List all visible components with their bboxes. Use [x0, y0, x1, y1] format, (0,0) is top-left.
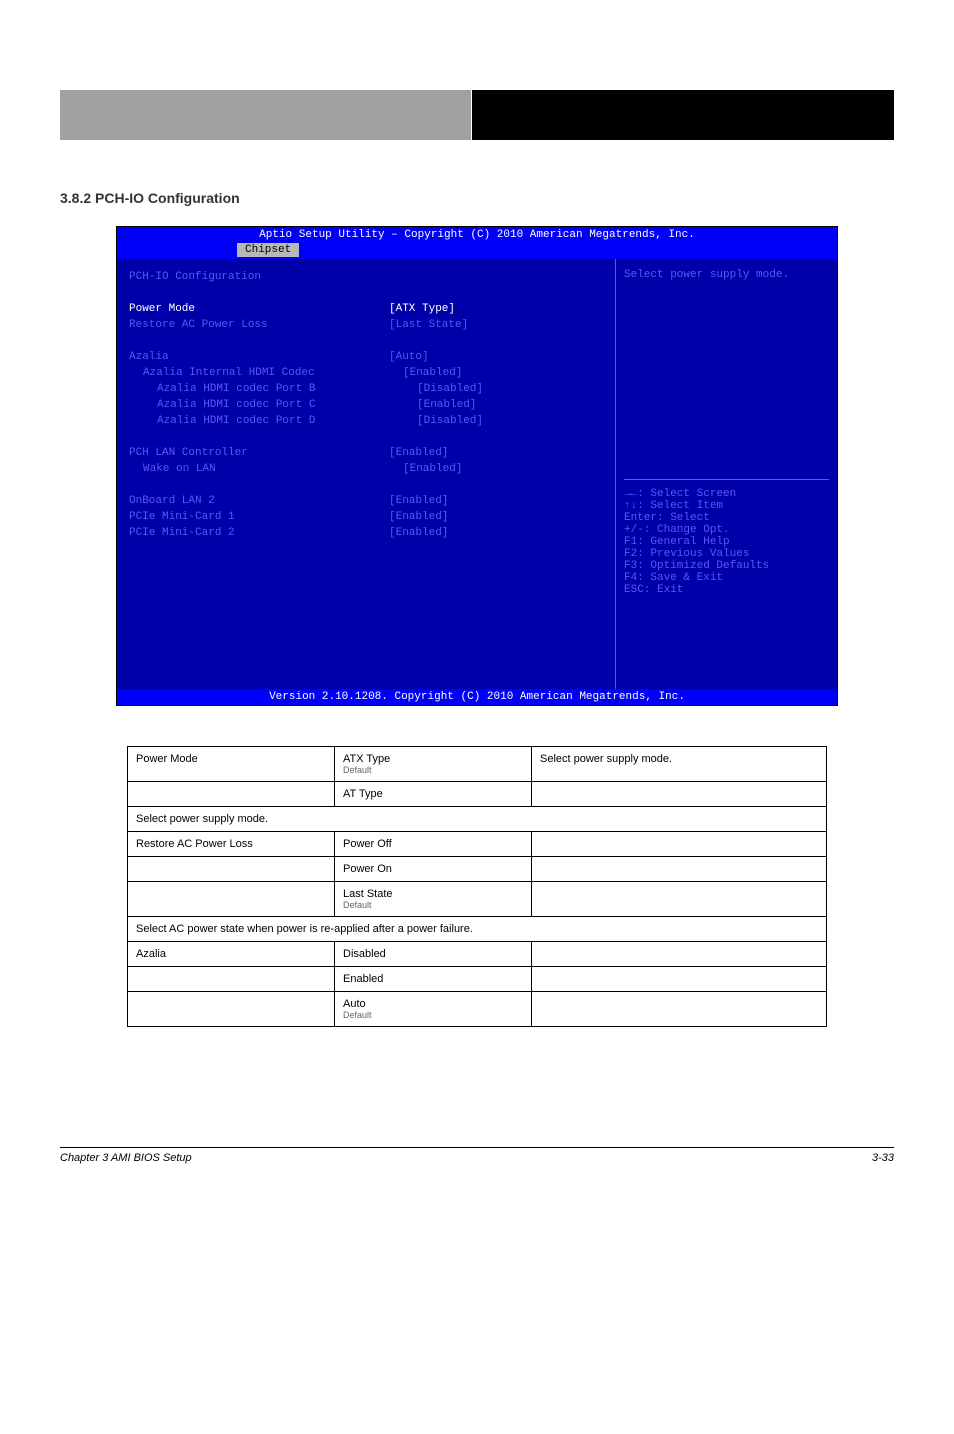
bios-main-panel: PCH-IO Configuration Power Mode[ATX Type…	[117, 259, 616, 689]
header-left	[60, 90, 472, 140]
bios-screenshot: Aptio Setup Utility – Copyright (C) 2010…	[116, 226, 838, 706]
setting-value: [Last State]	[389, 317, 468, 333]
help-key: F3: Optimized Defaults	[624, 560, 829, 572]
tab-chipset[interactable]: Chipset	[237, 243, 299, 257]
setting-label: Wake on LAN	[129, 461, 403, 477]
table-cell: Select power supply mode.	[532, 747, 827, 782]
table-cell	[128, 992, 335, 1027]
table-row: Select AC power state when power is re-a…	[128, 917, 827, 942]
table-row: Power ModeATX TypeDefaultSelect power su…	[128, 747, 827, 782]
footer-left: Chapter 3 AMI BIOS Setup	[60, 1152, 192, 1164]
options-table: Power ModeATX TypeDefaultSelect power su…	[127, 746, 827, 1027]
table-cell: Power Mode	[128, 747, 335, 782]
setting-label: Azalia	[129, 349, 389, 365]
section-title: 3.8.2 PCH-IO Configuration	[60, 190, 894, 206]
bios-setting[interactable]: Power Mode[ATX Type]	[129, 301, 603, 317]
page-footer: Chapter 3 AMI BIOS Setup 3-33	[0, 1148, 954, 1194]
bios-setting[interactable]: Azalia HDMI codec Port C[Enabled]	[129, 397, 603, 413]
table-row: Power On	[128, 857, 827, 882]
help-key: Enter: Select	[624, 512, 829, 524]
setting-label: Azalia HDMI codec Port D	[129, 413, 417, 429]
table-row: AT Type	[128, 782, 827, 807]
setting-label: PCIe Mini-Card 2	[129, 525, 389, 541]
table-row: Last StateDefault	[128, 882, 827, 917]
table-cell: AutoDefault	[335, 992, 532, 1027]
table-cell: ATX TypeDefault	[335, 747, 532, 782]
bios-setting[interactable]: Azalia HDMI codec Port D[Disabled]	[129, 413, 603, 429]
table-cell	[532, 992, 827, 1027]
bios-setting[interactable]: Azalia[Auto]	[129, 349, 603, 365]
table-cell	[532, 942, 827, 967]
setting-value: [Enabled]	[389, 445, 448, 461]
help-key: ↑↓: Select Item	[624, 500, 829, 512]
bios-setting[interactable]: Wake on LAN[Enabled]	[129, 461, 603, 477]
bios-tab-bar: Chipset	[117, 243, 837, 259]
table-cell	[532, 782, 827, 807]
table-cell: Select AC power state when power is re-a…	[128, 917, 827, 942]
bios-help-panel: Select power supply mode. →←: Select Scr…	[616, 259, 837, 689]
help-key: ESC: Exit	[624, 584, 829, 596]
setting-value: [Enabled]	[417, 397, 476, 413]
bios-setting[interactable]: Azalia HDMI codec Port B[Disabled]	[129, 381, 603, 397]
setting-label: Power Mode	[129, 301, 389, 317]
table-cell: Select power supply mode.	[128, 807, 827, 832]
setting-label: Azalia Internal HDMI Codec	[129, 365, 403, 381]
table-cell: Power On	[335, 857, 532, 882]
help-key: →←: Select Screen	[624, 488, 829, 500]
setting-value: [Enabled]	[389, 493, 448, 509]
help-key: F1: General Help	[624, 536, 829, 548]
bios-setting[interactable]: PCIe Mini-Card 1[Enabled]	[129, 509, 603, 525]
table-cell: Disabled	[335, 942, 532, 967]
help-description: Select power supply mode.	[624, 269, 829, 281]
table-cell	[128, 882, 335, 917]
help-key: F2: Previous Values	[624, 548, 829, 560]
bios-setting[interactable]: PCH LAN Controller[Enabled]	[129, 445, 603, 461]
setting-value: [Enabled]	[389, 525, 448, 541]
table-cell	[532, 882, 827, 917]
table-cell	[532, 832, 827, 857]
bios-title-bar: Aptio Setup Utility – Copyright (C) 2010…	[117, 227, 837, 243]
bios-setting[interactable]: Azalia Internal HDMI Codec[Enabled]	[129, 365, 603, 381]
table-cell: Azalia	[128, 942, 335, 967]
panel-heading: PCH-IO Configuration	[129, 269, 389, 285]
table-cell: Power Off	[335, 832, 532, 857]
setting-label: PCH LAN Controller	[129, 445, 389, 461]
table-cell	[128, 782, 335, 807]
table-cell: Restore AC Power Loss	[128, 832, 335, 857]
setting-label: Azalia HDMI codec Port B	[129, 381, 417, 397]
table-cell	[128, 857, 335, 882]
table-cell	[532, 857, 827, 882]
footer-right: 3-33	[872, 1152, 894, 1164]
help-key: F4: Save & Exit	[624, 572, 829, 584]
table-row: AutoDefault	[128, 992, 827, 1027]
setting-label: PCIe Mini-Card 1	[129, 509, 389, 525]
table-row: Restore AC Power LossPower Off	[128, 832, 827, 857]
table-cell: Last StateDefault	[335, 882, 532, 917]
setting-value: [Enabled]	[389, 509, 448, 525]
table-row: Select power supply mode.	[128, 807, 827, 832]
setting-value: [Disabled]	[417, 381, 483, 397]
setting-value: [ATX Type]	[389, 301, 455, 317]
table-cell	[532, 967, 827, 992]
setting-value: [Enabled]	[403, 461, 462, 477]
bios-setting[interactable]: PCIe Mini-Card 2[Enabled]	[129, 525, 603, 541]
setting-label: Azalia HDMI codec Port C	[129, 397, 417, 413]
bios-setting[interactable]: Restore AC Power Loss[Last State]	[129, 317, 603, 333]
table-row: Enabled	[128, 967, 827, 992]
bios-setting[interactable]: OnBoard LAN 2[Enabled]	[129, 493, 603, 509]
table-cell: AT Type	[335, 782, 532, 807]
setting-label: OnBoard LAN 2	[129, 493, 389, 509]
page-header	[60, 90, 894, 140]
table-cell: Enabled	[335, 967, 532, 992]
setting-label: Restore AC Power Loss	[129, 317, 389, 333]
setting-value: [Disabled]	[417, 413, 483, 429]
setting-value: [Auto]	[389, 349, 429, 365]
setting-value: [Enabled]	[403, 365, 462, 381]
table-row: AzaliaDisabled	[128, 942, 827, 967]
help-key: +/-: Change Opt.	[624, 524, 829, 536]
header-right	[472, 90, 895, 140]
bios-footer: Version 2.10.1208. Copyright (C) 2010 Am…	[117, 689, 837, 705]
table-cell	[128, 967, 335, 992]
